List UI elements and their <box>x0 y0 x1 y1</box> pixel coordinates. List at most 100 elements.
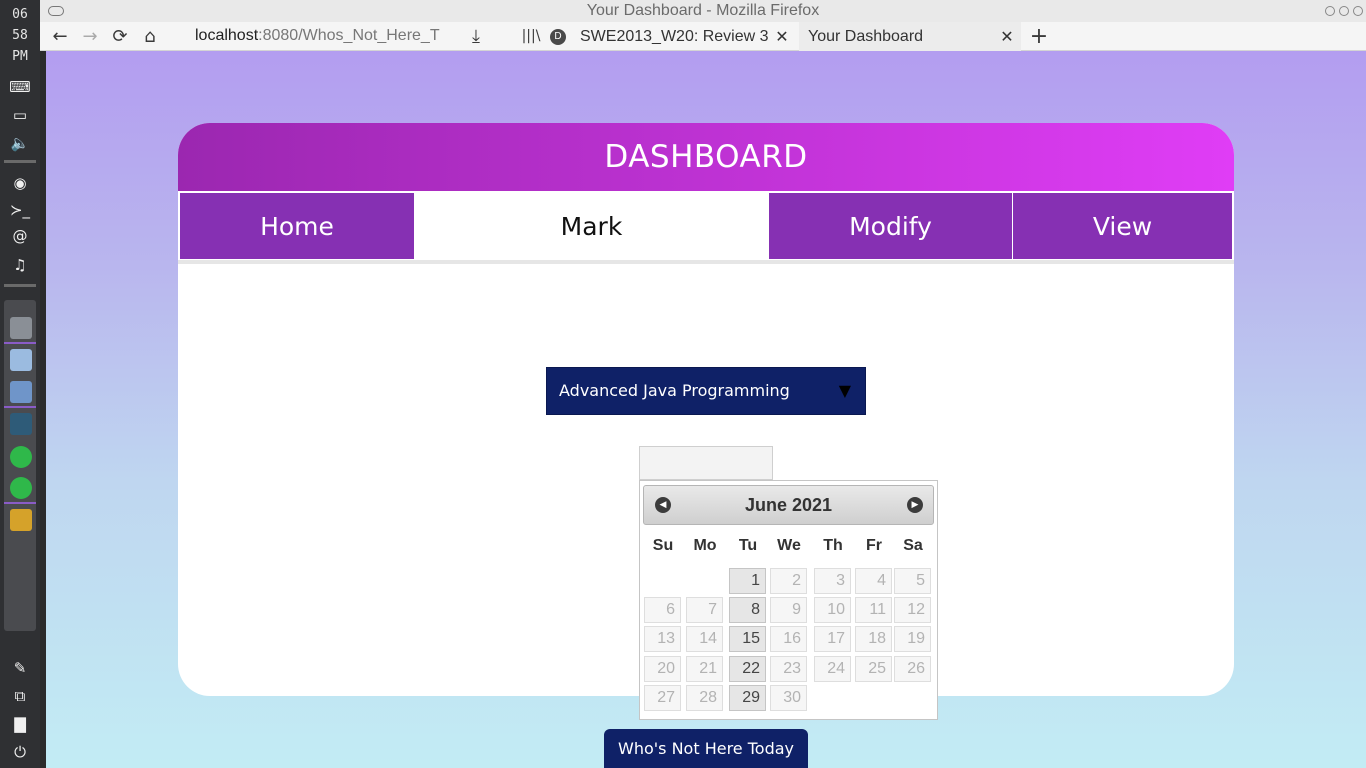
music-icon[interactable]: ♫ <box>8 254 32 276</box>
eagle-app-icon[interactable] <box>10 317 32 339</box>
close-window-icon[interactable] <box>1353 6 1363 16</box>
download-icon[interactable]: ⤓ <box>464 24 488 48</box>
calendar-day-disabled: 20 <box>644 656 681 682</box>
calendar-day-disabled: 2 <box>770 568 807 594</box>
url-host: localhost <box>195 27 259 44</box>
dashboard-header: DASHBOARD <box>178 123 1234 191</box>
calendar-day-disabled: 3 <box>814 568 851 594</box>
new-tab-icon[interactable]: + <box>1027 24 1051 49</box>
close-tab-icon[interactable]: ✕ <box>998 22 1016 51</box>
os-side-panel: 06 58 PM ⌨ ▭ 🔈 ◉ ≻_ @ ♫ ✎ ⧉ ▇ ⏻ <box>0 0 40 768</box>
calendar-day[interactable]: 1 <box>729 568 766 594</box>
datepicker: ◀ June 2021 ▶ Su Mo Tu We Th Fr Sa 1 2 3 4 5 6 7 8 9 10… <box>639 480 938 720</box>
calendar-day-disabled: 9 <box>770 597 807 623</box>
datepicker-header: ◀ June 2021 ▶ <box>643 485 934 525</box>
weekday-header: Su <box>652 537 674 554</box>
green-flask-icon[interactable] <box>10 477 32 499</box>
green-flask-icon[interactable] <box>10 446 32 468</box>
calendar-day-disabled: 19 <box>894 626 931 652</box>
calendar-day-disabled: 13 <box>644 626 681 652</box>
calendar-day-disabled: 12 <box>894 597 931 623</box>
home-icon[interactable]: ⌂ <box>138 24 162 48</box>
tab-label: SWE2013_W20: Review 3 <box>580 28 769 45</box>
cube-app-icon[interactable] <box>10 381 32 403</box>
browser-toolbar: ← → ⟳ ⌂ localhost:8080/Whos_Not_Here_T ⤓… <box>40 22 1366 51</box>
calendar-day-disabled: 10 <box>814 597 851 623</box>
notes-icon[interactable]: ✎ <box>8 657 32 679</box>
weekday-header: We <box>777 537 801 554</box>
window-icon[interactable]: ▭ <box>8 104 32 126</box>
back-icon[interactable]: ← <box>48 24 72 48</box>
dashboard-nav: Home Mark Modify View <box>178 191 1234 264</box>
calendar-day-disabled: 17 <box>814 626 851 652</box>
date-input[interactable] <box>639 446 773 480</box>
calendar-day-disabled: 21 <box>686 656 723 682</box>
calendar-day-disabled: 5 <box>894 568 931 594</box>
calendar-day[interactable]: 8 <box>729 597 766 623</box>
weekday-header: Th <box>823 537 843 554</box>
weekday-header: Fr <box>866 537 882 554</box>
tab-modify[interactable]: Modify <box>769 193 1012 259</box>
clock-minute: 58 <box>12 28 28 43</box>
close-tab-icon[interactable]: ✕ <box>773 22 791 51</box>
calendar-day-disabled: 14 <box>686 626 723 652</box>
calendar-day-disabled: 7 <box>686 597 723 623</box>
window-title: Your Dashboard - Mozilla Firefox <box>586 2 820 19</box>
forward-icon[interactable]: → <box>78 24 102 48</box>
power-icon[interactable]: ⏻ <box>8 741 32 763</box>
vscode-icon[interactable]: ⧉ <box>8 685 32 707</box>
calendar-day[interactable]: 29 <box>729 685 766 711</box>
tab-home[interactable]: Home <box>180 193 414 259</box>
bird-app-icon[interactable] <box>10 413 32 435</box>
volume-icon[interactable]: 🔈 <box>8 132 32 154</box>
dropdown-arrow-icon: ▼ <box>838 381 851 400</box>
weekday-header: Sa <box>903 537 923 554</box>
folder-icon[interactable]: ▇ <box>8 713 32 735</box>
calendar-day[interactable]: 22 <box>729 656 766 682</box>
tab-your-dashboard[interactable]: Your Dashboard <box>799 22 1021 51</box>
tab-mark[interactable]: Mark <box>414 193 769 259</box>
calendar-day-disabled: 6 <box>644 597 681 623</box>
keyboard-layout-icon[interactable]: ⌨ <box>8 76 32 98</box>
clock-hour: 06 <box>12 7 28 22</box>
calendar-day-disabled: 18 <box>855 626 892 652</box>
tab-review[interactable]: D SWE2013_W20: Review 3 <box>550 22 795 51</box>
panel-separator <box>4 160 36 163</box>
firefox-icon[interactable]: ◉ <box>8 172 32 194</box>
weekday-header: Mo <box>693 537 717 554</box>
calendar-day-disabled: 30 <box>770 685 807 711</box>
minimize-icon[interactable] <box>1325 6 1335 16</box>
course-select[interactable]: Advanced Java Programming ▼ <box>546 367 866 415</box>
clock-ampm: PM <box>12 49 28 64</box>
whos-not-here-button[interactable]: Who's Not Here Today <box>604 729 808 768</box>
page-viewport: DASHBOARD Home Mark Modify View Advanced… <box>46 51 1366 768</box>
dock-active-marker <box>4 502 36 504</box>
dock-active-marker <box>4 342 36 344</box>
url-bar[interactable]: localhost:8080/Whos_Not_Here_T <box>190 24 458 48</box>
window-titlebar: Your Dashboard - Mozilla Firefox <box>40 0 1366 22</box>
terminal-icon[interactable]: ≻_ <box>8 199 32 221</box>
package-icon[interactable] <box>10 509 32 531</box>
weekday-header: Tu <box>738 537 758 554</box>
maximize-icon[interactable] <box>1339 6 1349 16</box>
url-path: :8080/Whos_Not_Here_T <box>258 27 440 44</box>
course-select-value: Advanced Java Programming <box>559 381 790 400</box>
next-month-icon[interactable]: ▶ <box>907 497 923 513</box>
document-viewer-icon[interactable] <box>10 349 32 371</box>
library-icon[interactable]: |||\ <box>516 24 546 48</box>
reload-icon[interactable]: ⟳ <box>108 24 132 48</box>
dock-active-marker <box>4 406 36 408</box>
calendar-day-disabled: 23 <box>770 656 807 682</box>
calendar-day-disabled: 24 <box>814 656 851 682</box>
datepicker-month-label: June 2021 <box>744 495 833 515</box>
calendar-day[interactable]: 15 <box>729 626 766 652</box>
calendar-day-disabled: 25 <box>855 656 892 682</box>
email-icon[interactable]: @ <box>8 225 32 247</box>
tab-favicon-icon: D <box>550 28 566 45</box>
page-title: DASHBOARD <box>604 139 808 175</box>
system-clock: 06 58 PM <box>0 4 40 67</box>
panel-separator <box>4 284 36 287</box>
tab-view[interactable]: View <box>1013 193 1232 259</box>
calendar-day-disabled: 16 <box>770 626 807 652</box>
calendar-day-disabled: 11 <box>855 597 892 623</box>
